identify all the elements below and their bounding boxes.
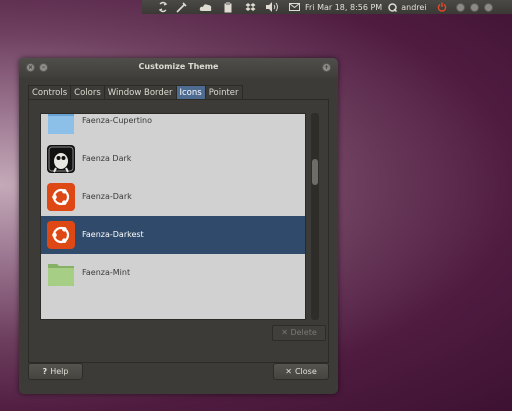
maximize-window-icon[interactable]: + <box>322 63 331 72</box>
tab-content-icons: Faenza-Cupertino Faenza Dark Faenza-Dark… <box>28 99 329 363</box>
tab-window-border[interactable]: Window Border <box>103 85 177 99</box>
customize-theme-window: × – Customize Theme + Controls Colors Wi… <box>19 58 338 394</box>
dropbox-icon[interactable] <box>244 0 256 14</box>
blue-folder-icon <box>46 114 76 136</box>
list-item-label: Faenza-Mint <box>82 268 131 277</box>
cloud-icon[interactable] <box>198 0 213 14</box>
list-item[interactable]: Faenza-Mint <box>41 254 305 292</box>
window-restore-icon[interactable] <box>469 0 481 14</box>
window-minimize-icon[interactable] <box>455 0 467 14</box>
close-icon: ✕ <box>285 367 292 376</box>
delete-button[interactable]: ✕ Delete <box>272 325 326 341</box>
ubuntu-logo-icon <box>46 182 76 212</box>
list-item[interactable]: Faenza-Cupertino <box>41 114 305 140</box>
icon-theme-list[interactable]: Faenza-Cupertino Faenza Dark Faenza-Dark… <box>40 113 306 320</box>
tab-icons[interactable]: Icons <box>175 85 206 99</box>
clock[interactable]: Fri Mar 18, 8:56 PM <box>305 3 382 12</box>
tab-pointer[interactable]: Pointer <box>204 85 243 99</box>
tab-colors[interactable]: Colors <box>70 85 105 99</box>
volume-icon[interactable] <box>265 0 279 14</box>
window-title: Customize Theme <box>138 62 219 71</box>
title-bar[interactable]: × – Customize Theme + <box>19 58 338 78</box>
mail-icon[interactable] <box>288 0 300 14</box>
help-label: Help <box>50 367 69 376</box>
ubuntu-logo-icon <box>46 220 76 250</box>
window-close-icon[interactable] <box>483 0 495 14</box>
list-item[interactable]: Faenza Dark <box>41 140 305 178</box>
list-item-label: Faenza-Darkest <box>82 230 144 239</box>
messaging-icon[interactable] <box>387 0 397 14</box>
close-label: Close <box>294 367 317 376</box>
close-button[interactable]: ✕ Close <box>273 363 329 380</box>
power-icon[interactable] <box>436 0 448 14</box>
clipboard-icon[interactable] <box>223 0 233 14</box>
top-panel: Fri Mar 18, 8:56 PM andrei <box>142 0 512 14</box>
list-scrollbar[interactable] <box>311 113 319 320</box>
list-item-label: Faenza-Cupertino <box>82 116 153 125</box>
help-button[interactable]: ? Help <box>28 363 83 380</box>
gimp-icon <box>46 144 76 174</box>
green-folder-icon <box>46 258 76 288</box>
list-item[interactable]: Faenza-Dark <box>41 178 305 216</box>
list-item-selected[interactable]: Faenza-Darkest <box>41 216 305 254</box>
pen-tool-icon[interactable] <box>175 0 187 14</box>
tab-bar: Controls Colors Window Border Icons Poin… <box>28 85 243 99</box>
user-name[interactable]: andrei <box>401 3 426 12</box>
help-icon: ? <box>42 367 48 376</box>
scrollbar-thumb[interactable] <box>312 159 318 185</box>
list-item-label: Faenza Dark <box>82 154 132 163</box>
tab-controls[interactable]: Controls <box>28 85 72 99</box>
delete-label: Delete <box>290 328 317 337</box>
list-item-label: Faenza-Dark <box>82 192 132 201</box>
ubuntuone-sync-icon[interactable] <box>157 0 169 14</box>
